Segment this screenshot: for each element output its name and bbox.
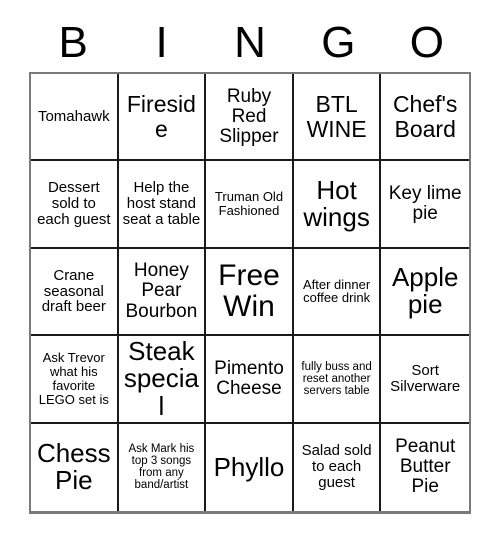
bingo-cell[interactable]: Chef's Board <box>381 74 469 162</box>
bingo-cell[interactable]: Pimento Cheese <box>206 336 294 424</box>
bingo-cell-label: Key lime pie <box>388 182 462 225</box>
bingo-cell-label: BTL WINE <box>306 91 367 142</box>
bingo-cell[interactable]: Ask Trevor what his favorite LEGO set is <box>31 336 119 424</box>
bingo-cell[interactable]: Crane seasonal draft beer <box>31 248 119 337</box>
bingo-cell-label: Ask Trevor what his favorite LEGO set is <box>38 350 109 407</box>
bingo-cell-label: Tomahawk <box>37 107 110 125</box>
header-letter-text: O <box>409 18 444 67</box>
bingo-cell-label: Truman Old Fashioned <box>214 189 284 219</box>
bingo-cell[interactable]: Phyllo <box>206 423 294 511</box>
bingo-cell-label: Help the host stand seat a table <box>122 179 201 229</box>
header-letter-text: G <box>321 18 356 67</box>
bingo-cell-label: fully buss and reset another servers tab… <box>301 360 372 397</box>
bingo-cell-label: Steak special <box>123 336 199 421</box>
bingo-cell-label: Ruby Red Slipper <box>219 85 279 147</box>
bingo-cell[interactable]: Tomahawk <box>31 74 119 162</box>
bingo-cell-label: Salad sold to each guest <box>301 442 372 492</box>
bingo-cell-label: Ask Mark his top 3 songs from any band/a… <box>128 442 195 492</box>
bingo-cell[interactable]: Fireside <box>118 74 207 162</box>
bingo-cell[interactable]: Chess Pie <box>31 423 119 511</box>
bingo-grid: Tomahawk Fireside Ruby Red Slipper BTL W… <box>29 72 471 514</box>
bingo-cell-label: Fireside <box>126 91 196 142</box>
bingo-cell[interactable]: Ruby Red Slipper <box>206 74 294 162</box>
bingo-cell-label: After dinner coffee drink <box>302 276 371 306</box>
bingo-cell-label: Phyllo <box>213 451 285 482</box>
bingo-cell-label: Honey Pear Bourbon <box>125 260 198 322</box>
bingo-cell[interactable]: Ask Mark his top 3 songs from any band/a… <box>118 423 207 511</box>
bingo-header-letter-o: O <box>383 14 471 72</box>
bingo-cell[interactable]: Key lime pie <box>381 161 469 249</box>
bingo-cell[interactable]: Apple pie <box>381 248 469 337</box>
bingo-cell[interactable]: Salad sold to each guest <box>293 423 382 511</box>
bingo-header-letter-b: B <box>29 14 117 72</box>
bingo-cell-free[interactable]: Free Win <box>206 248 294 337</box>
bingo-cell-label: Chef's Board <box>392 91 458 142</box>
bingo-cell-label: Dessert sold to each guest <box>37 179 111 229</box>
bingo-cell-label: Crane seasonal draft beer <box>41 266 106 316</box>
bingo-cell[interactable]: Sort Silverware <box>381 336 469 424</box>
bingo-cell[interactable]: Steak special <box>118 336 207 424</box>
bingo-cell-label: Sort Silverware <box>390 362 461 395</box>
bingo-cell-label: Hot wings <box>303 174 370 233</box>
bingo-cell[interactable]: Hot wings <box>293 161 382 249</box>
bingo-cell[interactable]: Peanut Butter Pie <box>381 423 469 511</box>
bingo-cell-label: Peanut Butter Pie <box>395 436 456 498</box>
bingo-header-letter-g: G <box>294 14 382 72</box>
bingo-cell-label: Chess Pie <box>36 437 111 496</box>
bingo-header-letter-n: N <box>206 14 294 72</box>
bingo-cell[interactable]: Honey Pear Bourbon <box>118 248 207 337</box>
bingo-cell[interactable]: Dessert sold to each guest <box>31 161 119 249</box>
header-letter-text: I <box>155 18 168 67</box>
header-letter-text: B <box>58 18 88 67</box>
header-letter-text: N <box>234 18 266 67</box>
bingo-cell-label: Pimento Cheese <box>214 357 284 399</box>
bingo-cell[interactable]: Help the host stand seat a table <box>118 161 207 249</box>
bingo-card: B I N G O Tomahawk Fireside Ruby Red Sli… <box>0 0 500 544</box>
bingo-cell[interactable]: After dinner coffee drink <box>293 248 382 337</box>
bingo-cell[interactable]: fully buss and reset another servers tab… <box>293 336 382 424</box>
bingo-cell[interactable]: BTL WINE <box>293 74 382 162</box>
bingo-cell-label: Free Win <box>218 258 280 324</box>
bingo-cell-label: Apple pie <box>391 261 459 320</box>
bingo-cell[interactable]: Truman Old Fashioned <box>206 161 294 249</box>
bingo-header: B I N G O <box>29 14 471 72</box>
bingo-header-letter-i: I <box>117 14 205 72</box>
